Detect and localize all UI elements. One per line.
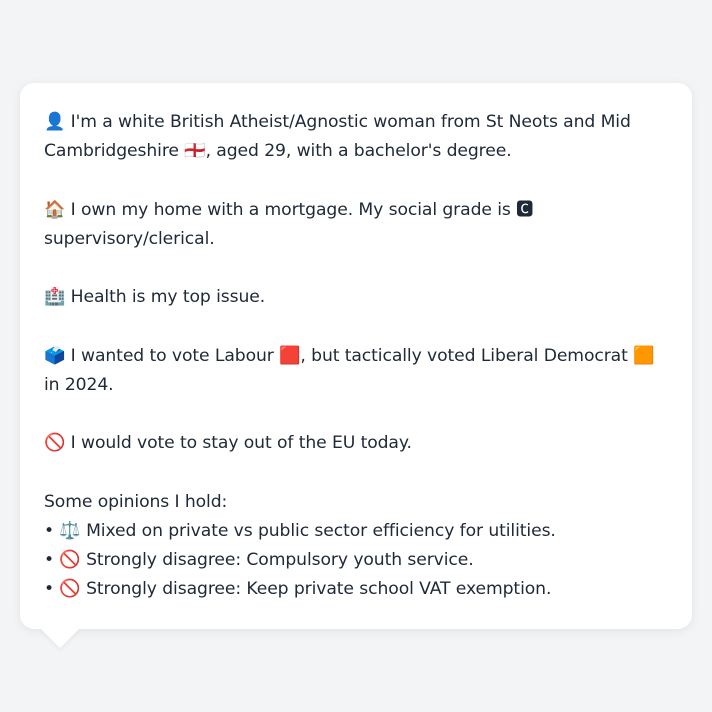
vote-2024-text: 🗳️ I wanted to vote Labour 🟥, but tactic… [44,345,655,395]
opinion-item: • 🚫 Strongly disagree: Keep private scho… [44,579,552,600]
persona-message-bubble: 👤 I'm a white British Atheist/Agnostic w… [20,83,692,629]
identity-text: 👤 I'm a white British Atheist/Agnostic w… [44,112,631,162]
bubble-tail [40,628,80,648]
opinions-heading: Some opinions I hold: [44,491,228,512]
opinions-list: Some opinions I hold: • ⚖️ Mixed on priv… [44,488,672,605]
housing-text: 🏠 I own my home with a mortgage. My soci… [44,199,534,249]
opinion-item: • ⚖️ Mixed on private vs public sector e… [44,520,556,541]
opinion-item: • 🚫 Strongly disagree: Compulsory youth … [44,549,474,570]
eu-stance-text: 🚫 I would vote to stay out of the EU tod… [44,433,412,454]
top-issue-text: 🏥 Health is my top issue. [44,287,266,308]
